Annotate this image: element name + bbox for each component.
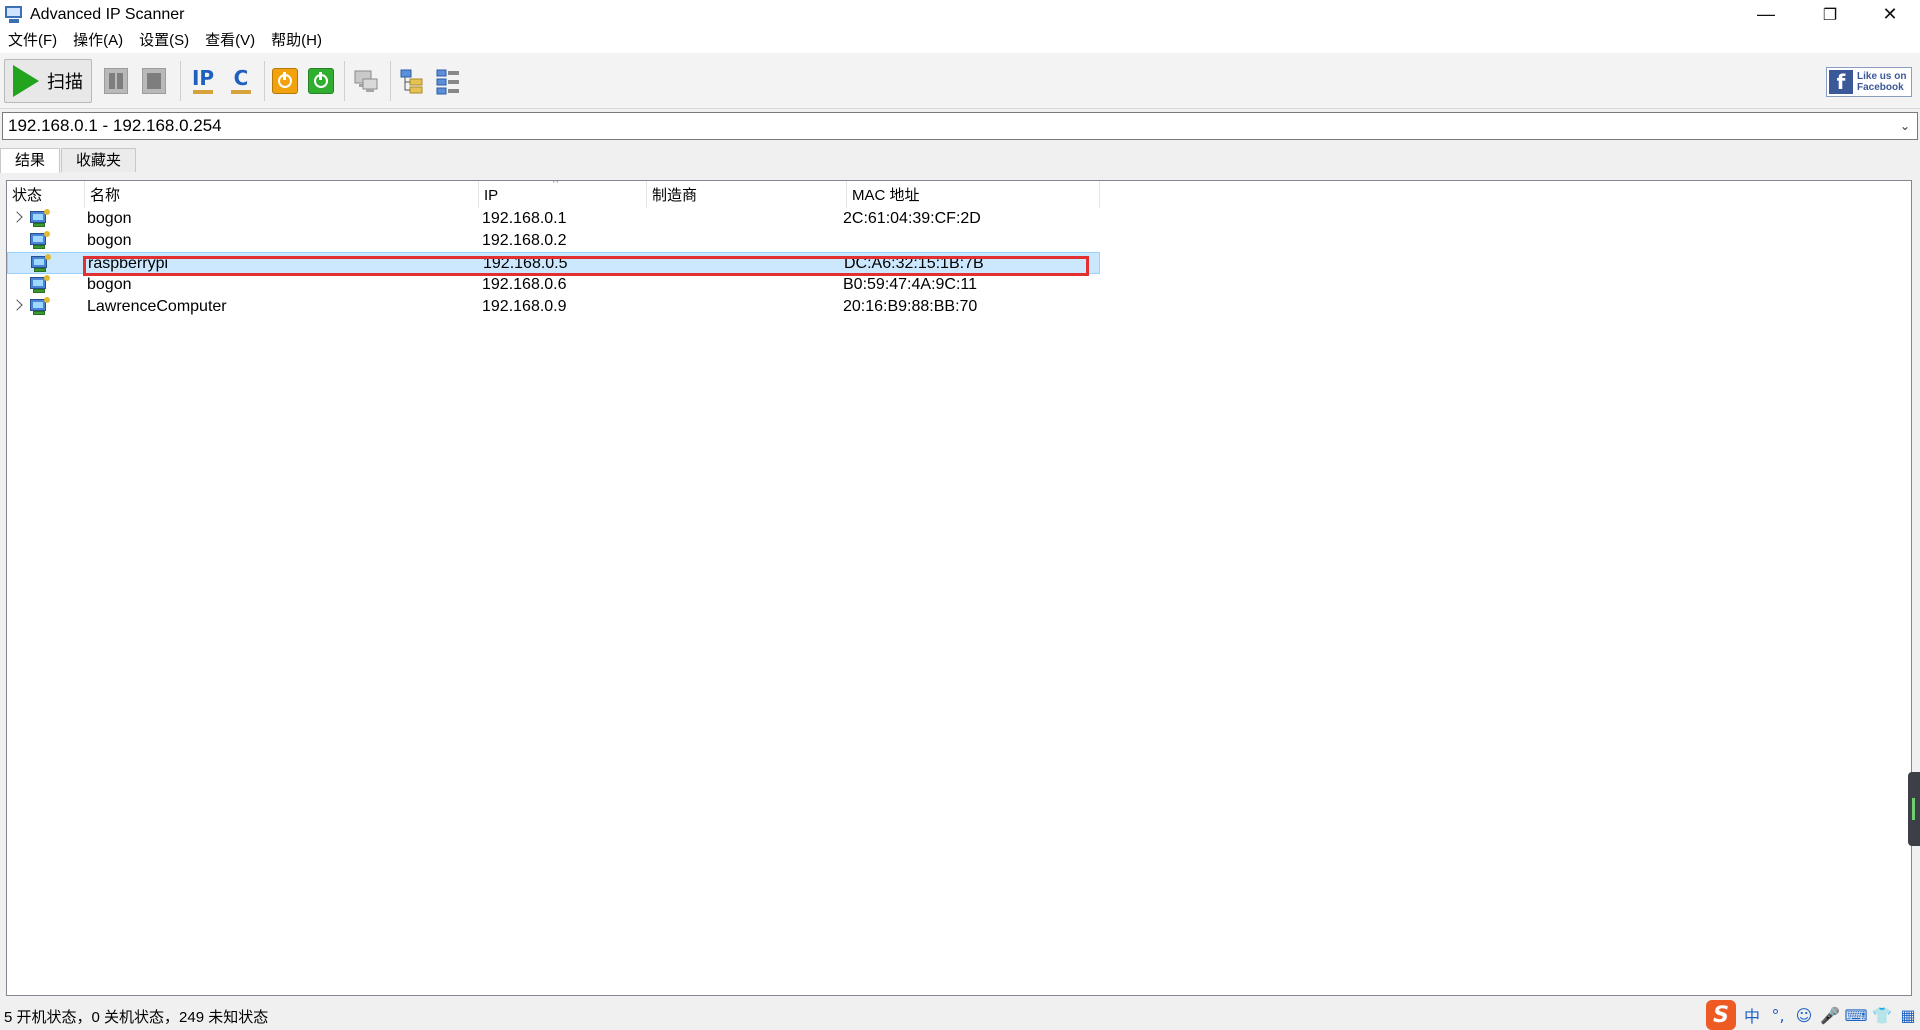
menu-view[interactable]: 查看(V)	[197, 29, 263, 53]
status-summary: 5 开机状态，0 关机状态，249 未知状态	[4, 1008, 269, 1026]
computer-online-icon	[31, 254, 51, 272]
stop-button[interactable]	[138, 59, 170, 103]
menu-settings[interactable]: 设置(S)	[131, 29, 197, 53]
ip-range-combobox[interactable]: 192.168.0.1 - 192.168.0.254 ⌄	[2, 112, 1918, 140]
sogou-ime-icon[interactable]: S	[1706, 1000, 1736, 1030]
scan-button[interactable]: 扫描	[4, 59, 92, 103]
skin-icon[interactable]: 👕	[1872, 1005, 1892, 1025]
power-off-button[interactable]	[270, 59, 300, 103]
menu-help[interactable]: 帮助(H)	[263, 29, 330, 53]
collapse-all-button[interactable]	[432, 59, 464, 103]
ip-icon: IP	[189, 66, 217, 96]
cell-mac: 20:16:B9:88:BB:70	[843, 298, 978, 315]
app-icon	[4, 5, 24, 25]
power-on-icon	[308, 68, 334, 94]
ime-chinese-mode-icon[interactable]: 中	[1742, 1005, 1762, 1026]
pause-icon	[104, 68, 128, 94]
side-widget-grip[interactable]	[1908, 772, 1920, 846]
scan-label: 扫描	[47, 72, 83, 92]
toolbar-separator	[264, 61, 265, 101]
column-header-ip[interactable]: IP	[479, 181, 647, 208]
column-header-name[interactable]: 名称	[85, 181, 479, 208]
toolbar: 扫描 IP C f Like us on Facebook	[0, 53, 1920, 109]
table-row[interactable]: bogon 192.168.0.2	[7, 230, 1100, 252]
sort-ascending-icon: ^	[553, 180, 559, 189]
cell-ip: 192.168.0.2	[482, 232, 567, 249]
toolbar-separator	[390, 61, 391, 101]
emoji-icon[interactable]: ☺	[1794, 1005, 1814, 1025]
ime-tray: S 中 °, ☺ 🎤 ⌨ 👕 ▦	[1706, 1000, 1918, 1030]
results-list[interactable]: 状态 名称 IP ^ 制造商 MAC 地址 bogon 192.168.0.1 2C…	[6, 180, 1912, 996]
computer-online-icon	[30, 231, 50, 249]
c-subnet-icon: C	[227, 66, 255, 96]
cell-name: bogon	[87, 232, 132, 249]
microphone-icon[interactable]: 🎤	[1820, 1005, 1840, 1025]
play-icon	[13, 65, 39, 97]
window-title: Advanced IP Scanner	[30, 5, 185, 23]
scan-ip-button[interactable]: IP	[188, 59, 218, 103]
scan-subnet-button[interactable]: C	[226, 59, 256, 103]
toolbar-separator	[344, 61, 345, 101]
cell-mac: B0:59:47:4A:9C:11	[843, 276, 978, 293]
expand-chevron-icon[interactable]	[11, 211, 23, 223]
table-row[interactable]: bogon 192.168.0.1 2C:61:04:39:CF:2D	[7, 208, 1100, 230]
tab-favorites[interactable]: 收藏夹	[61, 148, 137, 172]
facebook-icon: f	[1829, 70, 1853, 94]
facebook-like-button[interactable]: f Like us on Facebook	[1826, 67, 1912, 97]
computer-online-icon	[30, 209, 50, 227]
menu-file[interactable]: 文件(F)	[0, 29, 65, 53]
cell-ip: 192.168.0.6	[482, 276, 567, 293]
facebook-text-line1: Like us on	[1857, 71, 1907, 82]
expand-chevron-icon[interactable]	[11, 299, 23, 311]
cell-ip: 192.168.0.9	[482, 298, 567, 315]
column-header-status[interactable]: 状态	[7, 181, 85, 208]
table-row[interactable]: LawrenceComputer 192.168.0.9 20:16:B9:88:B…	[7, 296, 1100, 318]
facebook-text-line2: Facebook	[1857, 82, 1904, 93]
remote-control-button[interactable]	[350, 59, 382, 103]
computer-online-icon	[30, 297, 50, 315]
menu-action[interactable]: 操作(A)	[65, 29, 131, 53]
title-bar: Advanced IP Scanner — ❐ ✕	[0, 0, 1920, 29]
cell-name: bogon	[87, 276, 132, 293]
pause-button[interactable]	[100, 59, 132, 103]
cell-mac: 2C:61:04:39:CF:2D	[843, 210, 981, 227]
tab-bar: 结果 收藏夹	[0, 148, 137, 173]
annotation-highlight-box	[83, 256, 1089, 276]
cell-ip: 192.168.0.1	[482, 210, 567, 227]
menu-bar: 文件(F) 操作(A) 设置(S) 查看(V) 帮助(H)	[0, 29, 1920, 53]
power-off-icon	[272, 68, 298, 94]
keyboard-icon[interactable]: ⌨	[1844, 1005, 1867, 1025]
status-bar: 5 开机状态，0 关机状态，249 未知状态	[0, 1002, 1920, 1030]
tree-collapse-icon	[436, 69, 459, 95]
chevron-down-icon[interactable]: ⌄	[1893, 119, 1917, 133]
ip-range-input[interactable]: 192.168.0.1 - 192.168.0.254	[3, 116, 1893, 136]
column-header-vendor[interactable]: 制造商	[647, 181, 847, 208]
remote-computer-icon	[354, 70, 378, 92]
toolbar-separator	[180, 61, 181, 101]
wake-on-lan-button[interactable]	[306, 59, 336, 103]
table-row[interactable]: bogon 192.168.0.6 B0:59:47:4A:9C:11	[7, 274, 1100, 296]
cell-name: LawrenceComputer	[87, 298, 227, 315]
tab-results[interactable]: 结果	[0, 148, 61, 173]
computer-online-icon	[30, 275, 50, 293]
stop-icon	[142, 68, 166, 94]
punctuation-icon[interactable]: °,	[1768, 1005, 1788, 1025]
close-button[interactable]: ✕	[1860, 0, 1920, 29]
cell-name: bogon	[87, 210, 132, 227]
tree-expand-icon	[400, 69, 423, 94]
list-header: 状态 名称 IP ^ 制造商 MAC 地址	[7, 181, 1100, 208]
minimize-button[interactable]: —	[1736, 0, 1796, 29]
column-header-mac[interactable]: MAC 地址	[847, 181, 1100, 208]
toolbox-icon[interactable]: ▦	[1898, 1005, 1918, 1025]
maximize-button[interactable]: ❐	[1800, 0, 1860, 29]
expand-all-button[interactable]	[396, 59, 428, 103]
